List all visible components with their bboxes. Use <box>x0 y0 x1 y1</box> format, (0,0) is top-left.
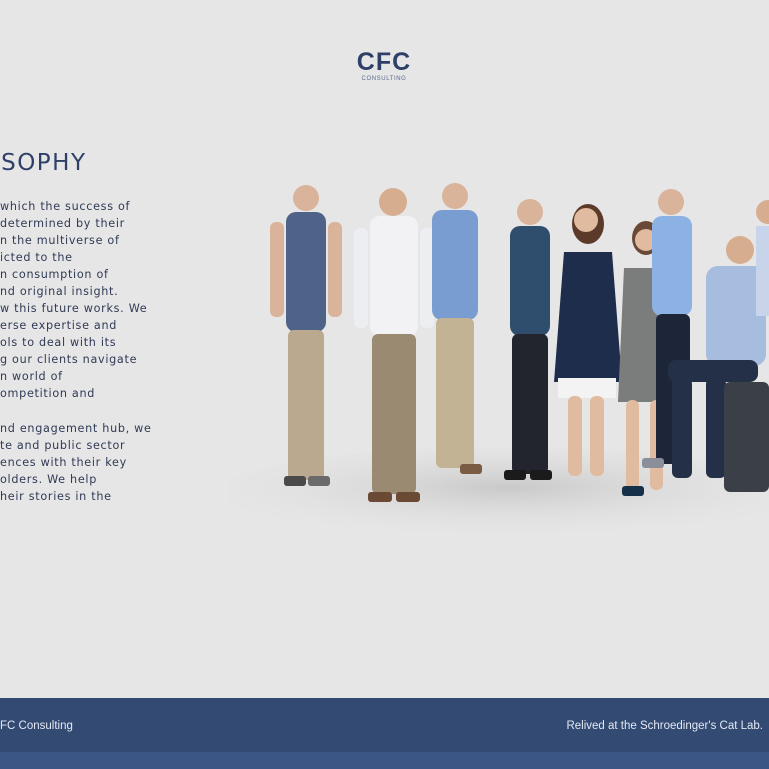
paragraph-line: heir stories in the <box>0 490 112 503</box>
philosophy-paragraph-1: which the success of determined by their… <box>0 198 147 402</box>
paragraph-line: w this future works. We <box>0 302 148 315</box>
paragraph-line: g our clients navigate <box>0 353 138 366</box>
logo-subtitle: CONSULTING <box>361 76 407 82</box>
logo-mark: CFC <box>356 48 412 76</box>
section-title: LOSOPHY <box>0 150 87 176</box>
footer: FC Consulting Relived at the Schroedinge… <box>0 698 769 752</box>
paragraph-line: ols to deal with its <box>0 336 117 349</box>
paragraph-line: which the success of <box>0 200 131 213</box>
team-photo <box>228 183 769 532</box>
logo[interactable]: CFC CONSULTING <box>340 48 428 83</box>
paragraph-line: icted to the <box>0 251 73 264</box>
paragraph-line: n consumption of <box>0 268 109 281</box>
paragraph-line: n world of <box>0 370 63 383</box>
paragraph-line: determined by their <box>0 217 125 230</box>
paragraph-line: ences with their key <box>0 456 127 469</box>
paragraph-line: erse expertise and <box>0 319 118 332</box>
paragraph-line: te and public sector <box>0 439 126 452</box>
paragraph-line: ompetition and <box>0 387 96 400</box>
paragraph-line: n the multiverse of <box>0 234 120 247</box>
philosophy-paragraph-2: nd engagement hub, we te and public sect… <box>0 420 152 505</box>
footer-credit[interactable]: Relived at the Schroedinger's Cat Lab. <box>566 720 763 732</box>
paragraph-line: nd original insight. <box>0 285 119 298</box>
footer-bottom-bar <box>0 752 769 769</box>
paragraph-line: nd engagement hub, we <box>0 422 152 435</box>
paragraph-line: olders. We help <box>0 473 98 486</box>
footer-copyright: FC Consulting <box>0 720 73 732</box>
